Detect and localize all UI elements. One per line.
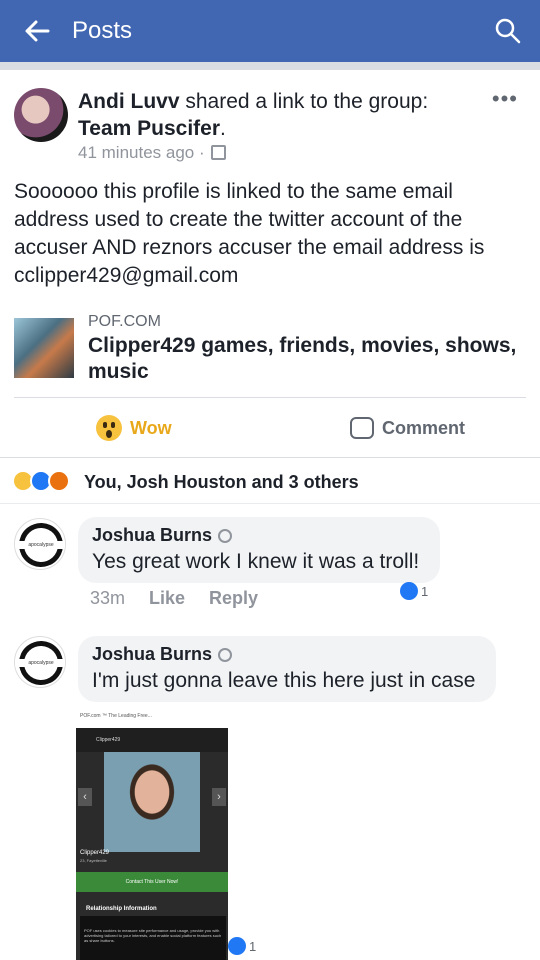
like-comment-button[interactable]: Like	[149, 588, 185, 609]
comment-bubble: Joshua Burns Yes great work I knew it wa…	[78, 517, 440, 583]
post-time[interactable]: 41 minutes ago	[78, 143, 194, 162]
author-avatar[interactable]	[14, 88, 68, 142]
back-arrow-icon[interactable]	[22, 17, 50, 45]
post-timestamp-row: 41 minutes ago ·	[78, 143, 227, 163]
post-text: Soooooo this profile is linked to the sa…	[14, 180, 485, 287]
embedded-nav: Clipper429	[76, 728, 228, 752]
audience-icon	[211, 145, 227, 160]
comment-button[interactable]: Comment	[350, 412, 465, 444]
commenter-name-row: Joshua Burns	[92, 525, 426, 546]
author-name[interactable]: Andi Luvv	[78, 90, 180, 113]
like-icon	[228, 937, 246, 955]
share-action-text: shared a link to the group:	[179, 90, 429, 113]
like-icon	[400, 582, 418, 600]
commenter-avatar[interactable]: apocalypse	[14, 518, 66, 570]
commenter-name[interactable]: Joshua Burns	[92, 644, 212, 665]
top-app-bar: Posts	[0, 0, 540, 62]
link-thumbnail[interactable]	[14, 318, 74, 378]
wow-label: Wow	[130, 417, 172, 438]
embedded-next-arrow-icon: ›	[212, 788, 226, 806]
commenter-avatar[interactable]: apocalypse	[14, 636, 66, 688]
embedded-section-title: Relationship Information	[86, 906, 157, 912]
comment-bubble: Joshua Burns I'm just gonna leave this h…	[78, 636, 496, 702]
commenter-name[interactable]: Joshua Burns	[92, 525, 212, 546]
embedded-url-bar: POF.com ™ The Leading Free...	[76, 710, 228, 728]
post-header: Andi Luvv shared a link to the group: Te…	[78, 88, 478, 142]
embedded-cookie-notice: POF uses cookies to measure site perform…	[80, 916, 226, 960]
embedded-contact-button: Contact This User Now!	[76, 872, 228, 892]
divider	[14, 397, 526, 398]
more-options-icon[interactable]: •••	[492, 86, 518, 112]
divider	[0, 457, 540, 458]
embedded-location: 23, Fayetteville	[80, 858, 107, 863]
link-domain: POF.COM	[88, 313, 161, 330]
reply-button[interactable]: Reply	[209, 588, 258, 609]
group-name[interactable]: Team Puscifer	[78, 117, 220, 140]
comment-like-count[interactable]: 1	[228, 937, 256, 955]
badge-icon	[218, 647, 233, 662]
angry-reaction-icon	[48, 470, 70, 492]
comment-label: Comment	[382, 417, 466, 438]
link-title[interactable]: Clipper429 games, friends, movies, shows…	[88, 333, 528, 385]
commenter-name-row: Joshua Burns	[92, 644, 482, 665]
group-suffix: .	[220, 117, 226, 140]
reactions-summary[interactable]: You, Josh Houston and 3 others	[84, 472, 359, 493]
divider	[0, 503, 540, 504]
embedded-profile-photo	[104, 752, 200, 852]
comment-image[interactable]: POF.com ™ The Leading Free... Clipper429…	[76, 710, 228, 960]
comment-meta: 33m Like Reply	[90, 588, 258, 609]
wow-icon	[96, 415, 122, 441]
wow-reaction-button[interactable]: Wow	[96, 412, 172, 444]
like-count-number: 1	[421, 583, 429, 599]
reaction-icons[interactable]	[12, 470, 70, 492]
embedded-prev-arrow-icon: ‹	[78, 788, 92, 806]
section-separator	[0, 62, 540, 70]
comment-time: 33m	[90, 588, 126, 608]
page-title: Posts	[72, 17, 133, 44]
comment-like-count[interactable]: 1	[400, 582, 428, 600]
comment-text: I'm just gonna leave this here just in c…	[92, 669, 476, 692]
comment-icon	[350, 417, 374, 439]
search-icon[interactable]	[494, 17, 522, 45]
badge-icon	[218, 528, 233, 543]
like-count-number: 1	[249, 938, 257, 954]
embedded-username: Clipper429	[80, 850, 110, 856]
comment-text: Yes great work I knew it was a troll!	[92, 550, 420, 573]
